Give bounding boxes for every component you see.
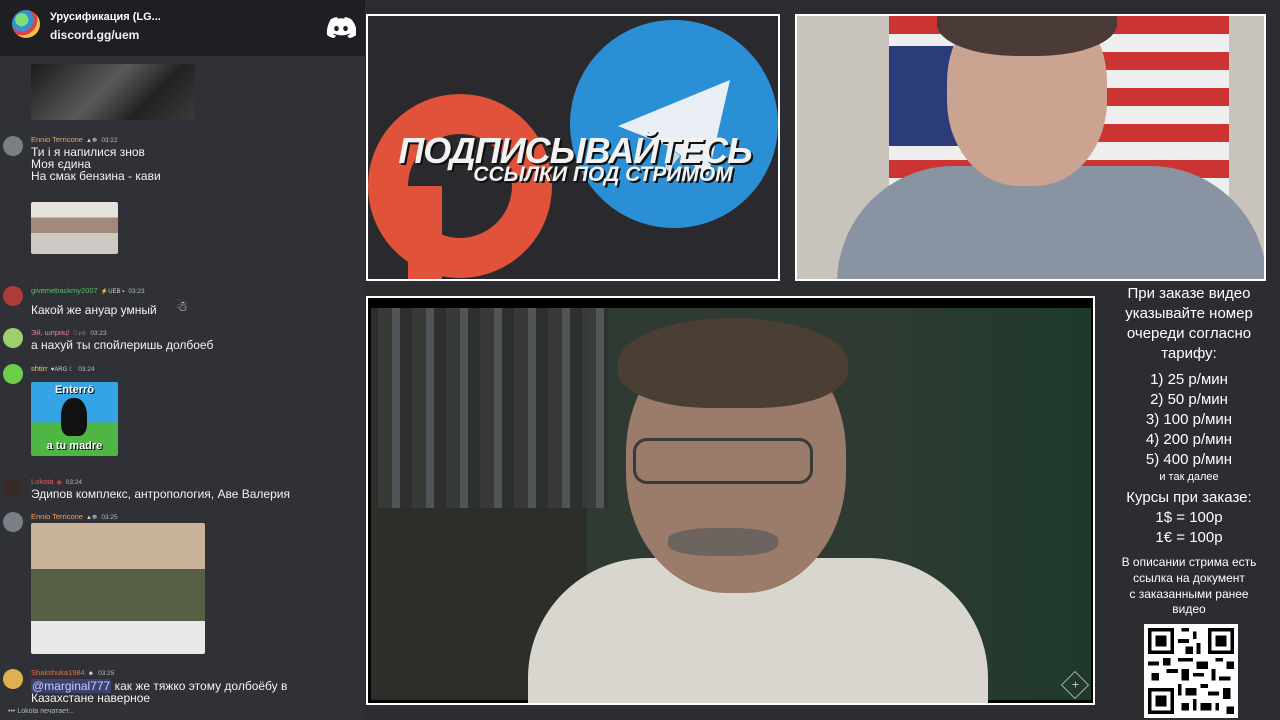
qr-code-icon[interactable] [1144, 624, 1238, 718]
discord-logo-icon [326, 17, 356, 38]
price-tier: 4) 200 р/мин [1145, 431, 1233, 448]
username[interactable]: Ennio Terricone [31, 135, 83, 144]
image-caption: Enterrō [54, 384, 95, 396]
message-header: Lokota ◉ 03:24 [31, 477, 82, 486]
badge-icon: ◉ [56, 480, 62, 486]
timestamp: 03:24 [65, 479, 83, 486]
badge-icon: ▲☸ [85, 515, 98, 521]
message-header: Ennio Terricone ▲☸ 03:22 [31, 135, 118, 144]
timestamp: 03:23 [128, 288, 145, 295]
server-icon[interactable] [12, 10, 40, 38]
message-text: Казахстане наверное [31, 691, 151, 705]
info-header-line: тарифу: [1161, 345, 1217, 362]
username[interactable]: shtirr [31, 364, 48, 373]
info-footer-line: видео [1172, 602, 1206, 616]
avatar[interactable] [3, 669, 23, 689]
typing-indicator: ••• Lokota печатает... [8, 708, 75, 715]
badge-icon: ♡♪☆ [72, 331, 87, 337]
timestamp: 03:23 [90, 330, 107, 337]
price-tier: 2) 50 р/мин [1150, 391, 1228, 408]
message-header: givemebackmy2007 ⚡UEB ▪ 03:23 [31, 286, 145, 295]
promo-subtitle: ССЫЛКИ ПОД СТРИМОМ [473, 163, 733, 186]
actor-mustache [668, 528, 778, 556]
image-attachment[interactable] [31, 64, 195, 120]
discord-chat-panel: Урусификация (LG... discord.gg/uem Ennio… [0, 0, 365, 720]
info-footer-line: с заказанными ранее [1129, 587, 1249, 601]
webcam-feed [795, 14, 1266, 281]
avatar[interactable] [3, 328, 23, 348]
avatar[interactable] [3, 512, 23, 532]
message-text: Какой же ануар умный [31, 303, 157, 317]
avatar[interactable] [3, 136, 23, 156]
promo-banner: ПОДПИСЫВАЙТЕСЬ ССЫЛКИ ПОД СТРИМОМ [366, 14, 780, 281]
video-player[interactable]: × [366, 296, 1095, 705]
actor-hair [618, 318, 848, 408]
username[interactable]: Lokota [31, 477, 54, 486]
info-footer-line: В описании стрима есть [1121, 555, 1257, 569]
info-footer-line: ссылка на документ [1133, 571, 1245, 585]
username[interactable]: Эй, шприц! [31, 328, 70, 337]
badge-icon: ⚡UEB ▪ [100, 289, 125, 295]
image-attachment[interactable]: Enterrō a tu madre [31, 382, 118, 456]
info-header-line: указывайте номер [1125, 305, 1253, 322]
actor-glasses [633, 438, 813, 484]
badge-icon: ♥ARG ☾ [50, 367, 75, 373]
chat-header: Урусификация (LG... discord.gg/uem [0, 0, 365, 56]
avatar[interactable] [3, 478, 23, 498]
badge-icon: ▲☸ [85, 138, 98, 144]
message-text: а нахуй ты спойлеришь долбоеб [31, 338, 214, 352]
avatar[interactable] [3, 364, 23, 384]
message-header: Shakshuka1984 ☻ 03:25 [31, 668, 114, 677]
price-tier: 3) 100 р/мин [1145, 411, 1233, 428]
timestamp: 03:25 [98, 670, 115, 677]
username[interactable]: givemebackmy2007 [31, 286, 98, 295]
bookshelf [378, 308, 608, 508]
message-header: Эй, шприц! ♡♪☆ 03:23 [31, 328, 107, 337]
price-etc: и так далее [1159, 471, 1219, 483]
message-header: Ennio Terricone ▲☸ 03:25 [31, 512, 118, 521]
timestamp: 03:24 [78, 366, 95, 373]
info-header-line: При заказе видео [1127, 285, 1251, 302]
price-tier: 5) 400 р/мин [1145, 451, 1233, 468]
server-name[interactable]: Урусификация (LG... [50, 11, 170, 23]
rates-title: Курсы при заказе: [1126, 489, 1252, 506]
image-caption: a tu madre [46, 440, 103, 452]
rate-line: 1$ = 100р [1155, 509, 1223, 526]
badge-icon: ☻ [87, 671, 95, 677]
message-header: shtirr ♥ARG ☾ 03:24 [31, 364, 95, 373]
emoji-icon: ☃ [176, 298, 189, 314]
mole-figure [61, 398, 87, 436]
avatar[interactable] [3, 286, 23, 306]
timestamp: 03:22 [101, 137, 118, 144]
rate-line: 1€ = 100р [1155, 529, 1223, 546]
username[interactable]: Ennio Terricone [31, 512, 83, 521]
price-tier: 1) 25 р/мин [1150, 371, 1228, 388]
message-text: На смак бензина - кави [31, 169, 161, 183]
server-invite-link[interactable]: discord.gg/uem [50, 28, 139, 42]
image-attachment[interactable] [31, 523, 205, 654]
image-attachment[interactable] [31, 202, 118, 254]
username[interactable]: Shakshuka1984 [31, 668, 85, 677]
message-text: Эдипов комплекс, антропология, Аве Валер… [31, 487, 290, 501]
timestamp: 03:25 [101, 514, 118, 521]
typing-dots-icon: ••• [8, 708, 16, 715]
info-header-line: очереди согласно [1126, 325, 1252, 342]
